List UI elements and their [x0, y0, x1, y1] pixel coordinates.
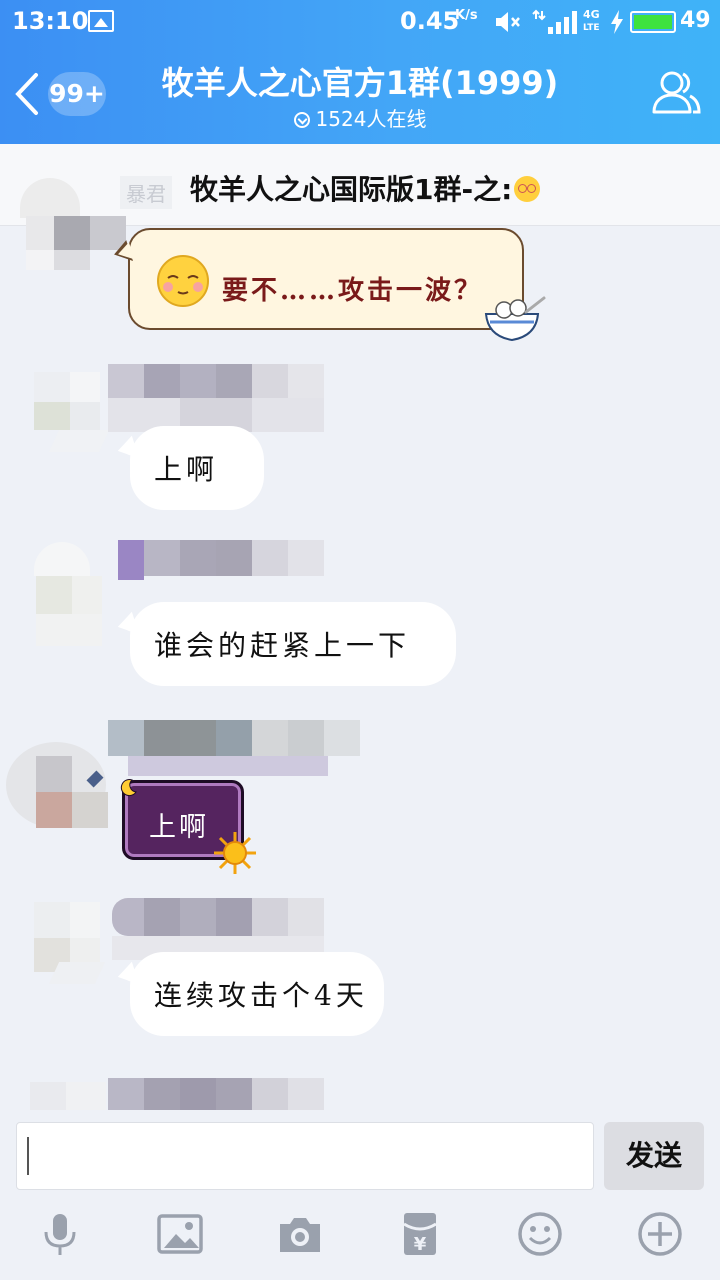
group-members-icon[interactable]: [650, 68, 702, 116]
avatar[interactable]: [18, 170, 126, 274]
group-title: 牧羊人之心官方1群(1999): [161, 64, 559, 102]
avatar[interactable]: [26, 368, 110, 458]
plus-icon[interactable]: [636, 1210, 684, 1258]
battery-level: 49: [680, 8, 711, 33]
online-count-row[interactable]: 1524人在线: [200, 103, 520, 132]
chat-bubble[interactable]: 上啊: [130, 426, 264, 510]
signal-icon: [532, 9, 577, 34]
notice-text: 牧羊人之心国际版1群-之:: [190, 168, 541, 208]
network-type-sub: LTE: [583, 23, 600, 33]
network-type: 4G LTE: [583, 9, 600, 34]
text-caret: [27, 1137, 29, 1175]
avatar[interactable]: [6, 712, 116, 832]
unread-badge[interactable]: 99+: [48, 72, 106, 116]
battery-icon: [630, 11, 676, 33]
image-icon[interactable]: [156, 1210, 204, 1258]
chat-bubble[interactable]: 连续攻击个4天: [130, 952, 384, 1036]
notice-faded-name: 暴君: [120, 176, 172, 209]
moon-icon: [120, 779, 137, 796]
avatar[interactable]: [14, 540, 110, 650]
sender-name: [108, 1078, 324, 1114]
message-input[interactable]: [16, 1122, 594, 1190]
sun-icon: [214, 832, 256, 874]
online-count: 1524人在线: [315, 107, 427, 131]
back-icon[interactable]: [14, 72, 40, 116]
tangyuan-bowl-icon: [484, 296, 546, 342]
status-bar: 13:10 0.45 K/s 4G LTE 49: [0, 0, 720, 44]
gallery-notification-icon: [88, 10, 114, 32]
network-type-label: 4G: [583, 8, 600, 21]
sticker-bubble[interactable]: 要不……攻击一波？: [128, 228, 524, 330]
message-text: 上啊: [154, 453, 219, 486]
message-text: 上啊: [149, 812, 209, 843]
message-text: 要不……攻击一波？: [222, 276, 484, 306]
header: 13:10 0.45 K/s 4G LTE 49 99+ 牧羊人之心官方1群(1…: [0, 0, 720, 144]
sender-name: [108, 720, 360, 776]
input-bar: 发送 ¥: [0, 1110, 720, 1280]
message-text: 谁会的赶紧上一下: [154, 629, 411, 662]
network-speed-unit: K/s: [455, 8, 478, 23]
message-text: 连续攻击个4天: [154, 979, 368, 1012]
microphone-icon[interactable]: [36, 1210, 84, 1258]
notice-text-label: 牧羊人之心国际版1群-之:: [190, 173, 513, 206]
red-packet-icon[interactable]: ¥: [396, 1210, 444, 1258]
charging-icon: [611, 10, 623, 34]
avatar[interactable]: [26, 898, 106, 988]
dizzy-face-icon: [514, 176, 541, 202]
mute-icon: [496, 12, 520, 32]
svg-text:¥: ¥: [414, 1234, 427, 1255]
send-button[interactable]: 发送: [604, 1122, 704, 1190]
chat-bubble[interactable]: 谁会的赶紧上一下: [130, 602, 456, 686]
camera-icon[interactable]: [276, 1210, 324, 1258]
status-time: 13:10: [12, 7, 89, 35]
shy-face-icon: [157, 255, 209, 307]
network-speed: 0.45: [400, 7, 460, 35]
sender-name: [112, 898, 324, 960]
emoji-icon[interactable]: [516, 1210, 564, 1258]
chevron-down-icon: [293, 112, 310, 128]
sender-name: [118, 540, 324, 580]
sender-name: [108, 364, 324, 432]
